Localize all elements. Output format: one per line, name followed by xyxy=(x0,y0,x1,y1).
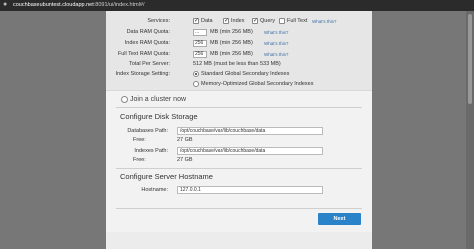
join-cluster-label: Join a cluster now xyxy=(130,96,187,103)
disk-storage-heading: Configure Disk Storage xyxy=(120,112,198,121)
service-data-label: Data xyxy=(201,18,213,24)
url-text[interactable]: couchbaseubuntest.cloudapp.net:8091/ui/i… xyxy=(13,1,145,10)
page-margin-right xyxy=(372,11,474,249)
service-query-checkbox[interactable] xyxy=(252,17,258,24)
service-query-label: Query xyxy=(260,18,275,24)
fulltext-ram-label: Full Text RAM Quota: xyxy=(117,51,170,57)
memory-settings-section: Services: Data Index Query Full Text Wha… xyxy=(106,11,372,91)
data-ram-input[interactable]: ... xyxy=(193,29,207,36)
db-free-label: Free: xyxy=(133,137,146,143)
lock-icon: ● xyxy=(3,1,8,8)
whats-this-link-fulltext-ram[interactable]: What's this? xyxy=(264,51,288,58)
db-path-label: Databases Path: xyxy=(127,128,168,134)
service-fulltext-checkbox[interactable] xyxy=(279,18,285,24)
whats-this-link-services[interactable]: What's this? xyxy=(312,18,336,25)
total-per-server-value: 512 MB (must be less than 533 MB) xyxy=(193,61,281,67)
service-index-label: Index xyxy=(231,18,245,24)
page-margin-left xyxy=(0,11,106,249)
section-divider xyxy=(116,107,362,108)
storage-standard-radio[interactable] xyxy=(193,71,199,77)
services-label: Services: xyxy=(147,18,170,24)
fulltext-ram-input[interactable]: 256 xyxy=(193,51,207,58)
storage-memory-optimized-label: Memory-Optimized Global Secondary Indexe… xyxy=(201,81,314,87)
scrollbar-thumb[interactable] xyxy=(468,14,472,104)
storage-memory-optimized-radio[interactable] xyxy=(193,81,199,87)
storage-standard-label: Standard Global Secondary Indexes xyxy=(201,71,290,77)
next-button[interactable]: Next xyxy=(318,213,361,225)
index-ram-hint: MB (min 256 MB) xyxy=(210,40,253,46)
panel-footer xyxy=(106,232,372,249)
join-cluster-radio[interactable] xyxy=(121,96,128,103)
service-data-checkbox[interactable] xyxy=(193,17,199,24)
hostname-heading: Configure Server Hostname xyxy=(120,172,213,181)
db-free-value: 27 GB xyxy=(177,137,193,143)
total-per-server-label: Total Per Server: xyxy=(129,61,170,67)
idx-path-label: Indexes Path: xyxy=(134,148,168,154)
whats-this-link-data-ram[interactable]: What's this? xyxy=(264,29,288,36)
idx-free-label: Free: xyxy=(133,157,146,163)
hostname-input[interactable]: 127.0.0.1 xyxy=(177,186,323,194)
index-ram-input[interactable]: 256 xyxy=(193,40,207,47)
index-storage-label: Index Storage Setting: xyxy=(115,71,170,77)
section-divider xyxy=(116,168,362,169)
idx-path-input[interactable]: /opt/couchbase/var/lib/couchbase/data xyxy=(177,147,323,155)
section-divider xyxy=(116,208,362,209)
service-index-checkbox[interactable] xyxy=(223,17,229,24)
service-fulltext-label: Full Text xyxy=(287,18,308,24)
data-ram-label: Data RAM Quota: xyxy=(126,29,170,35)
hostname-label: Hostname: xyxy=(141,187,168,193)
url-host: couchbaseubuntest.cloudapp.net xyxy=(13,2,94,8)
browser-address-bar[interactable]: ● couchbaseubuntest.cloudapp.net:8091/ui… xyxy=(0,0,474,11)
index-ram-label: Index RAM Quota: xyxy=(124,40,170,46)
fulltext-ram-hint: MB (min 256 MB) xyxy=(210,51,253,57)
db-path-input[interactable]: /opt/couchbase/var/lib/couchbase/data xyxy=(177,127,323,135)
data-ram-hint: MB (min 256 MB) xyxy=(210,29,253,35)
idx-free-value: 27 GB xyxy=(177,157,193,163)
url-path: :8091/ui/index.html#/ xyxy=(93,2,145,8)
whats-this-link-index-ram[interactable]: What's this? xyxy=(264,40,288,47)
